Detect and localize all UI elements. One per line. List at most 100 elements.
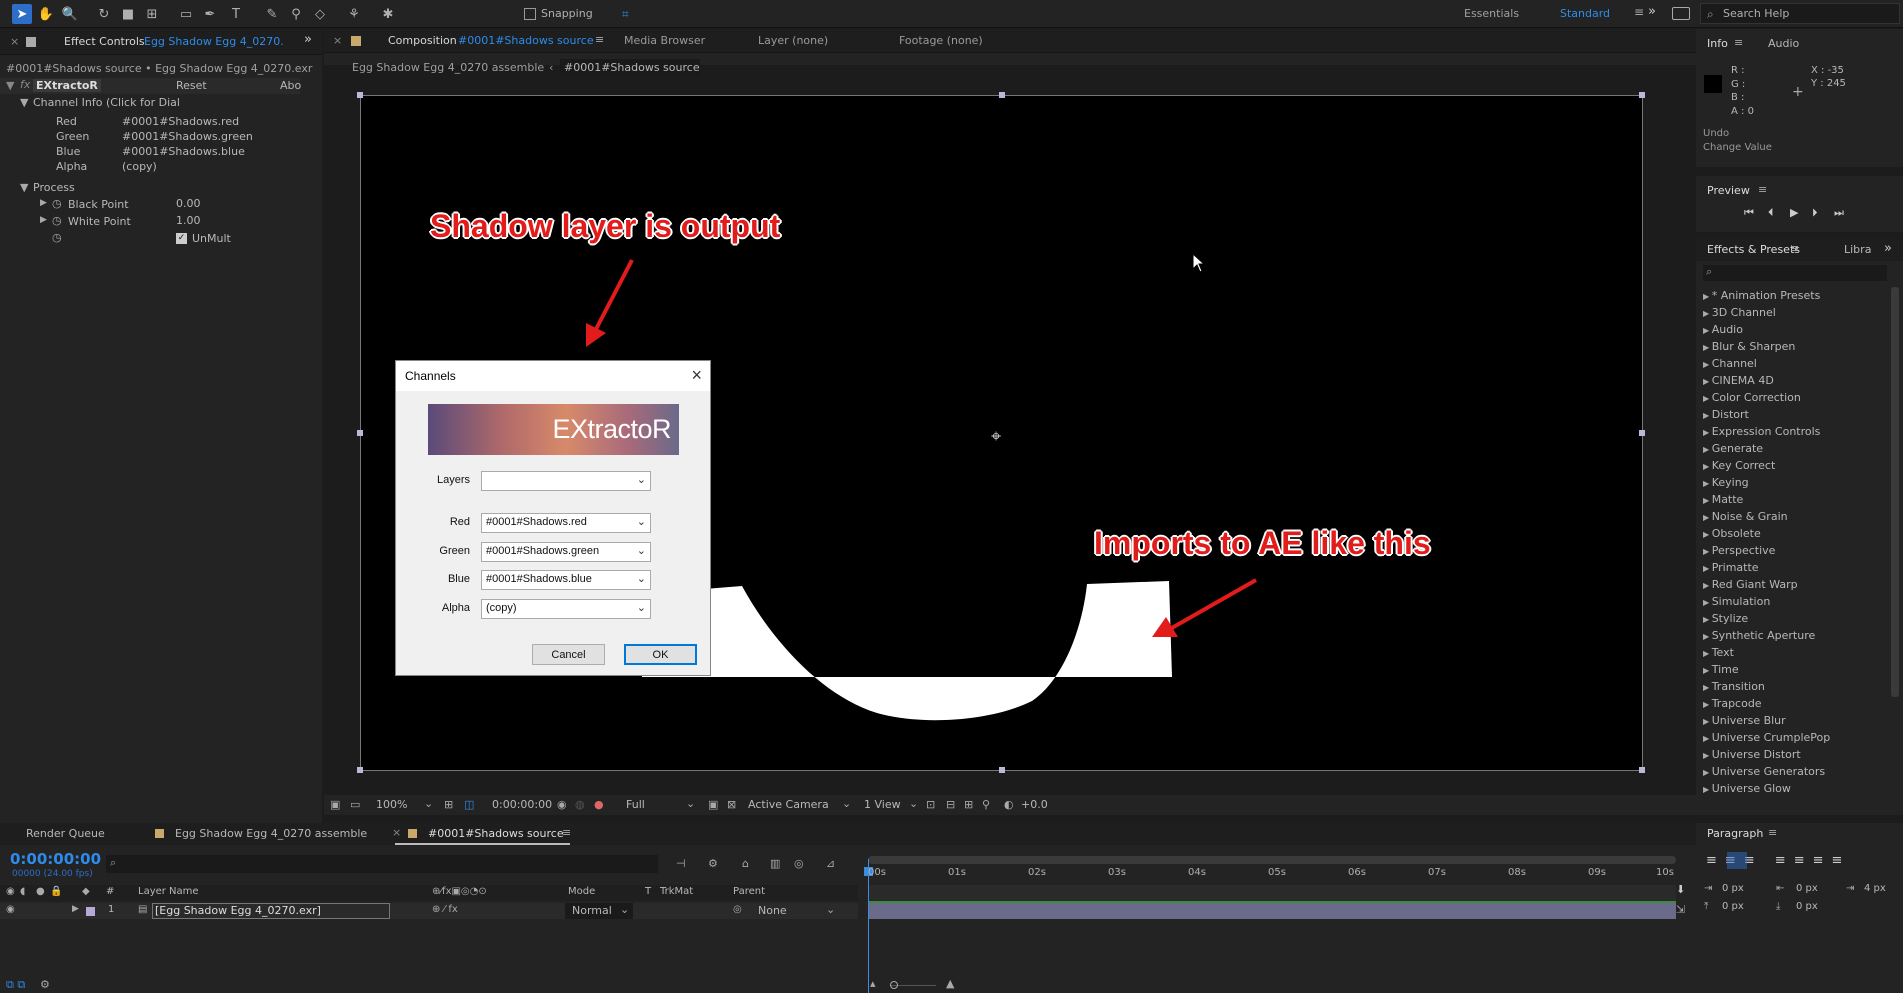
expand-icon[interactable]: ▶: [1703, 530, 1712, 539]
frame-blending-icon[interactable]: ▥: [770, 857, 780, 870]
next-frame-icon[interactable]: ⏵: [1812, 206, 1818, 220]
effects-menu-icon[interactable]: ≡: [1790, 242, 1799, 255]
play-icon[interactable]: ▶: [1790, 206, 1798, 219]
effect-category-item[interactable]: ▶ Distort: [1703, 408, 1749, 421]
effect-category-item[interactable]: ▶ Generate: [1703, 442, 1763, 455]
composition-menu-icon[interactable]: ≡: [595, 33, 604, 46]
preview-menu-icon[interactable]: ≡: [1758, 183, 1767, 196]
effect-category-item[interactable]: ▶ Universe CrumplePop: [1703, 731, 1830, 744]
layer-expand-icon[interactable]: ▶: [72, 904, 79, 914]
effect-category-item[interactable]: ▶ Synthetic Aperture: [1703, 629, 1815, 642]
expand-icon[interactable]: ▶: [1703, 377, 1712, 386]
effects-scrollbar[interactable]: [1891, 287, 1899, 697]
info-menu-icon[interactable]: ≡: [1734, 36, 1743, 49]
snapping-checkbox[interactable]: [524, 8, 536, 20]
effect-category-item[interactable]: ▶ Audio: [1703, 323, 1743, 336]
effect-category-item[interactable]: ▶ Stylize: [1703, 612, 1748, 625]
workspace-essentials[interactable]: Essentials: [1464, 7, 1519, 20]
effect-category-item[interactable]: ▶ * Animation Presets: [1703, 289, 1820, 302]
eye-icon[interactable]: ◉: [6, 886, 15, 897]
stopwatch-icon[interactable]: ◷: [52, 231, 62, 244]
eraser-tool-icon[interactable]: ◇: [310, 4, 330, 24]
resize-handle[interactable]: [1639, 767, 1645, 773]
expand-icon[interactable]: ▶: [1703, 564, 1712, 573]
panel-overflow-icon[interactable]: »: [1884, 241, 1892, 256]
expand-icon[interactable]: ▶: [1703, 343, 1712, 352]
resize-handle[interactable]: [357, 767, 363, 773]
transparency-grid-icon[interactable]: ⊠: [727, 798, 736, 811]
align-center-active[interactable]: [1727, 852, 1747, 869]
source-tab[interactable]: #0001#Shadows source: [428, 827, 564, 840]
resize-handle[interactable]: [1639, 430, 1645, 436]
effect-category-item[interactable]: ▶ Color Correction: [1703, 391, 1801, 404]
green-select[interactable]: #0001#Shadows.green ⌄: [481, 542, 651, 562]
effect-category-item[interactable]: ▶ Expression Controls: [1703, 425, 1820, 438]
effect-category-item[interactable]: ▶ Red Giant Warp: [1703, 578, 1798, 591]
always-preview-icon[interactable]: ▣: [330, 798, 340, 811]
effect-category-item[interactable]: ▶ Universe Generators: [1703, 765, 1825, 778]
effect-about-link[interactable]: Abo: [280, 79, 301, 92]
camera-tool-icon[interactable]: ■: [118, 4, 138, 24]
fast-previews-icon[interactable]: ⊟: [946, 798, 955, 811]
safe-zones-icon[interactable]: ⊞: [444, 798, 453, 811]
exposure-value[interactable]: +0.0: [1021, 798, 1048, 811]
composition-tab-label[interactable]: Composition: [388, 34, 457, 47]
hand-tool-icon[interactable]: ✋: [36, 4, 56, 24]
expand-icon[interactable]: ▶: [1703, 326, 1712, 335]
close-icon[interactable]: ×: [691, 365, 702, 386]
zoom-tool-icon[interactable]: 🔍: [60, 4, 80, 24]
first-frame-icon[interactable]: ⏮: [1744, 206, 1754, 220]
expand-icon[interactable]: ▶: [1703, 496, 1712, 505]
layer-duration-bar[interactable]: [868, 903, 1676, 919]
close-tab-icon[interactable]: ×: [392, 826, 401, 839]
effect-category-item[interactable]: ▶ Primatte: [1703, 561, 1759, 574]
zoom-select[interactable]: 100%: [376, 798, 407, 811]
shy-layers-icon[interactable]: ⌂: [742, 857, 749, 870]
layers-select[interactable]: ⌄: [481, 471, 651, 491]
zoom-out-icon[interactable]: ▴: [870, 977, 876, 990]
expand-icon[interactable]: ▶: [1703, 751, 1712, 760]
effect-category-item[interactable]: ▶ Trapcode: [1703, 697, 1762, 710]
expand-icon[interactable]: ▶: [1703, 649, 1712, 658]
last-frame-icon[interactable]: ⏭: [1834, 206, 1844, 220]
motion-blur-icon[interactable]: ◎: [794, 857, 804, 870]
chevron-down-icon[interactable]: ⌄: [424, 797, 433, 810]
effect-controls-tab-label[interactable]: Effect Controls: [64, 35, 145, 48]
toggle-pixel-aspect-icon[interactable]: ⊡: [926, 798, 935, 811]
media-browser-tab[interactable]: Media Browser: [624, 34, 705, 47]
render-queue-tab[interactable]: Render Queue: [26, 827, 105, 840]
zoom-slider-thumb[interactable]: [890, 981, 898, 989]
col-layer-name[interactable]: Layer Name: [138, 886, 199, 897]
expand-icon[interactable]: ▶: [1703, 700, 1712, 709]
zoom-in-icon[interactable]: ▲: [946, 977, 954, 990]
chevron-down-icon[interactable]: ⌄: [620, 903, 629, 916]
roto-brush-tool-icon[interactable]: ⚘: [344, 4, 364, 24]
effect-category-item[interactable]: ▶ Matte: [1703, 493, 1743, 506]
pickwhip-icon[interactable]: ◎: [733, 904, 742, 915]
comp-flowchart-icon[interactable]: ⊣: [676, 857, 686, 870]
anchor-point-icon[interactable]: ⌖: [991, 426, 1001, 447]
layer-switches-icon[interactable]: ⊕ ⁄ fx: [432, 904, 458, 915]
expand-icon[interactable]: ▶: [1703, 513, 1712, 522]
effect-category-item[interactable]: ▶ Universe Distort: [1703, 748, 1801, 761]
effect-reset-link[interactable]: Reset: [176, 79, 207, 92]
channel-info-label[interactable]: Channel Info (Click for Dial: [33, 96, 180, 109]
clone-stamp-tool-icon[interactable]: ⚲: [286, 4, 306, 24]
expand-icon[interactable]: ▶: [1703, 666, 1712, 675]
solo-icon[interactable]: ●: [36, 886, 45, 897]
region-of-interest-icon[interactable]: ▣: [708, 798, 718, 811]
effect-category-item[interactable]: ▶ Simulation: [1703, 595, 1770, 608]
indent-first-value[interactable]: 0 px: [1796, 883, 1818, 894]
effect-category-item[interactable]: ▶ Transition: [1703, 680, 1765, 693]
switches-icon[interactable]: ⊕⁄fx▣◎◔⊙: [432, 886, 487, 897]
chevron-down-icon[interactable]: ⌄: [686, 797, 695, 810]
white-point-expand-icon[interactable]: ▶: [40, 215, 47, 225]
indent-left-value[interactable]: 0 px: [1722, 883, 1744, 894]
white-point-value[interactable]: 1.00: [176, 214, 201, 227]
chevron-down-icon[interactable]: ⌄: [909, 797, 918, 810]
blue-select[interactable]: #0001#Shadows.blue ⌄: [481, 570, 651, 590]
mask-visibility-icon[interactable]: ◫: [464, 798, 474, 811]
work-area-bar[interactable]: [868, 856, 1676, 864]
chevron-down-icon[interactable]: ⌄: [826, 903, 835, 916]
expand-icon[interactable]: ▶: [1703, 360, 1712, 369]
